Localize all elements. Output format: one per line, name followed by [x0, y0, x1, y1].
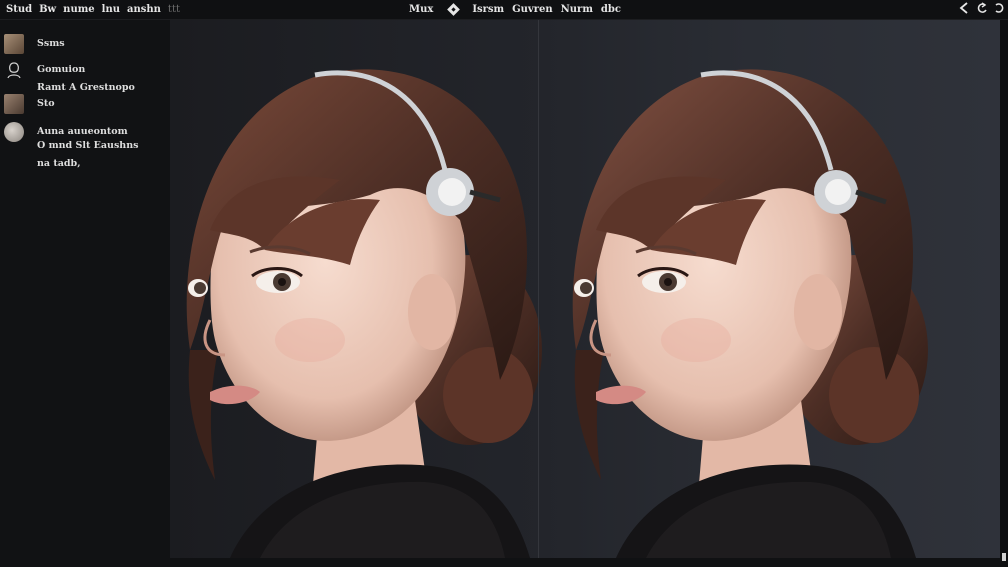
- portrait-left: [186, 69, 542, 558]
- window-controls: [958, 1, 1004, 15]
- layer-row-6[interactable]: O mnd Slt Eaushns: [3, 136, 163, 156]
- figure-layer-icon: [7, 62, 21, 79]
- layer-label: Sto: [37, 98, 55, 109]
- center-menu-item-2[interactable]: Guvren: [512, 4, 553, 15]
- center-menu-first[interactable]: Mux: [409, 4, 433, 15]
- scrollbar-thumb[interactable]: [1002, 553, 1006, 561]
- layer-label: Gomuion: [37, 64, 86, 75]
- layer-row-2[interactable]: Gomuion: [3, 60, 163, 80]
- center-menu-item-1[interactable]: Isrsm: [472, 4, 504, 15]
- menu-item-5[interactable]: anshn: [127, 4, 161, 15]
- layer-label: O mnd Slt Eaushns: [37, 140, 139, 151]
- cursor-back-icon[interactable]: [958, 1, 970, 15]
- image-canvas[interactable]: [170, 20, 1000, 558]
- center-menu-item-3[interactable]: Nurm: [561, 4, 593, 15]
- portrait-right: [572, 69, 928, 558]
- layer-row-7[interactable]: na tadb,: [3, 154, 163, 174]
- vertical-scrollbar[interactable]: [1000, 20, 1008, 567]
- top-menu-bar: Stud Bw nume lnu anshn ttt Mux Isrsm Guv…: [0, 0, 1008, 20]
- layer-label: Ramt A Grestnopo: [37, 82, 135, 93]
- layer-thumbnail: [4, 34, 24, 54]
- main-menu: Stud Bw nume lnu anshn ttt: [6, 4, 180, 15]
- menu-item-3[interactable]: nume: [63, 4, 94, 15]
- menu-item-4[interactable]: lnu: [102, 4, 120, 15]
- layer-label: Ssms: [37, 38, 65, 49]
- split-view-divider[interactable]: [538, 20, 539, 558]
- center-menu-item-4[interactable]: dbc: [601, 4, 621, 15]
- status-strip: [170, 558, 1000, 567]
- redo-icon[interactable]: [994, 1, 1004, 15]
- layer-thumbnail: [4, 94, 24, 114]
- layer-row-4[interactable]: Sto: [3, 94, 163, 114]
- layers-panel: Ssms Gomuion Ramt A Grestnopo Sto Auna a…: [0, 20, 170, 567]
- layer-label: na tadb,: [37, 158, 81, 169]
- menu-item-2[interactable]: Bw: [39, 4, 56, 15]
- menu-item-6[interactable]: ttt: [168, 4, 180, 15]
- app-logo-icon: [447, 3, 461, 16]
- layer-row-1[interactable]: Ssms: [3, 34, 163, 54]
- menu-item-1[interactable]: Stud: [6, 4, 32, 15]
- undo-icon[interactable]: [976, 1, 988, 15]
- center-menu: Mux Isrsm Guvren Nurm dbc: [409, 3, 621, 16]
